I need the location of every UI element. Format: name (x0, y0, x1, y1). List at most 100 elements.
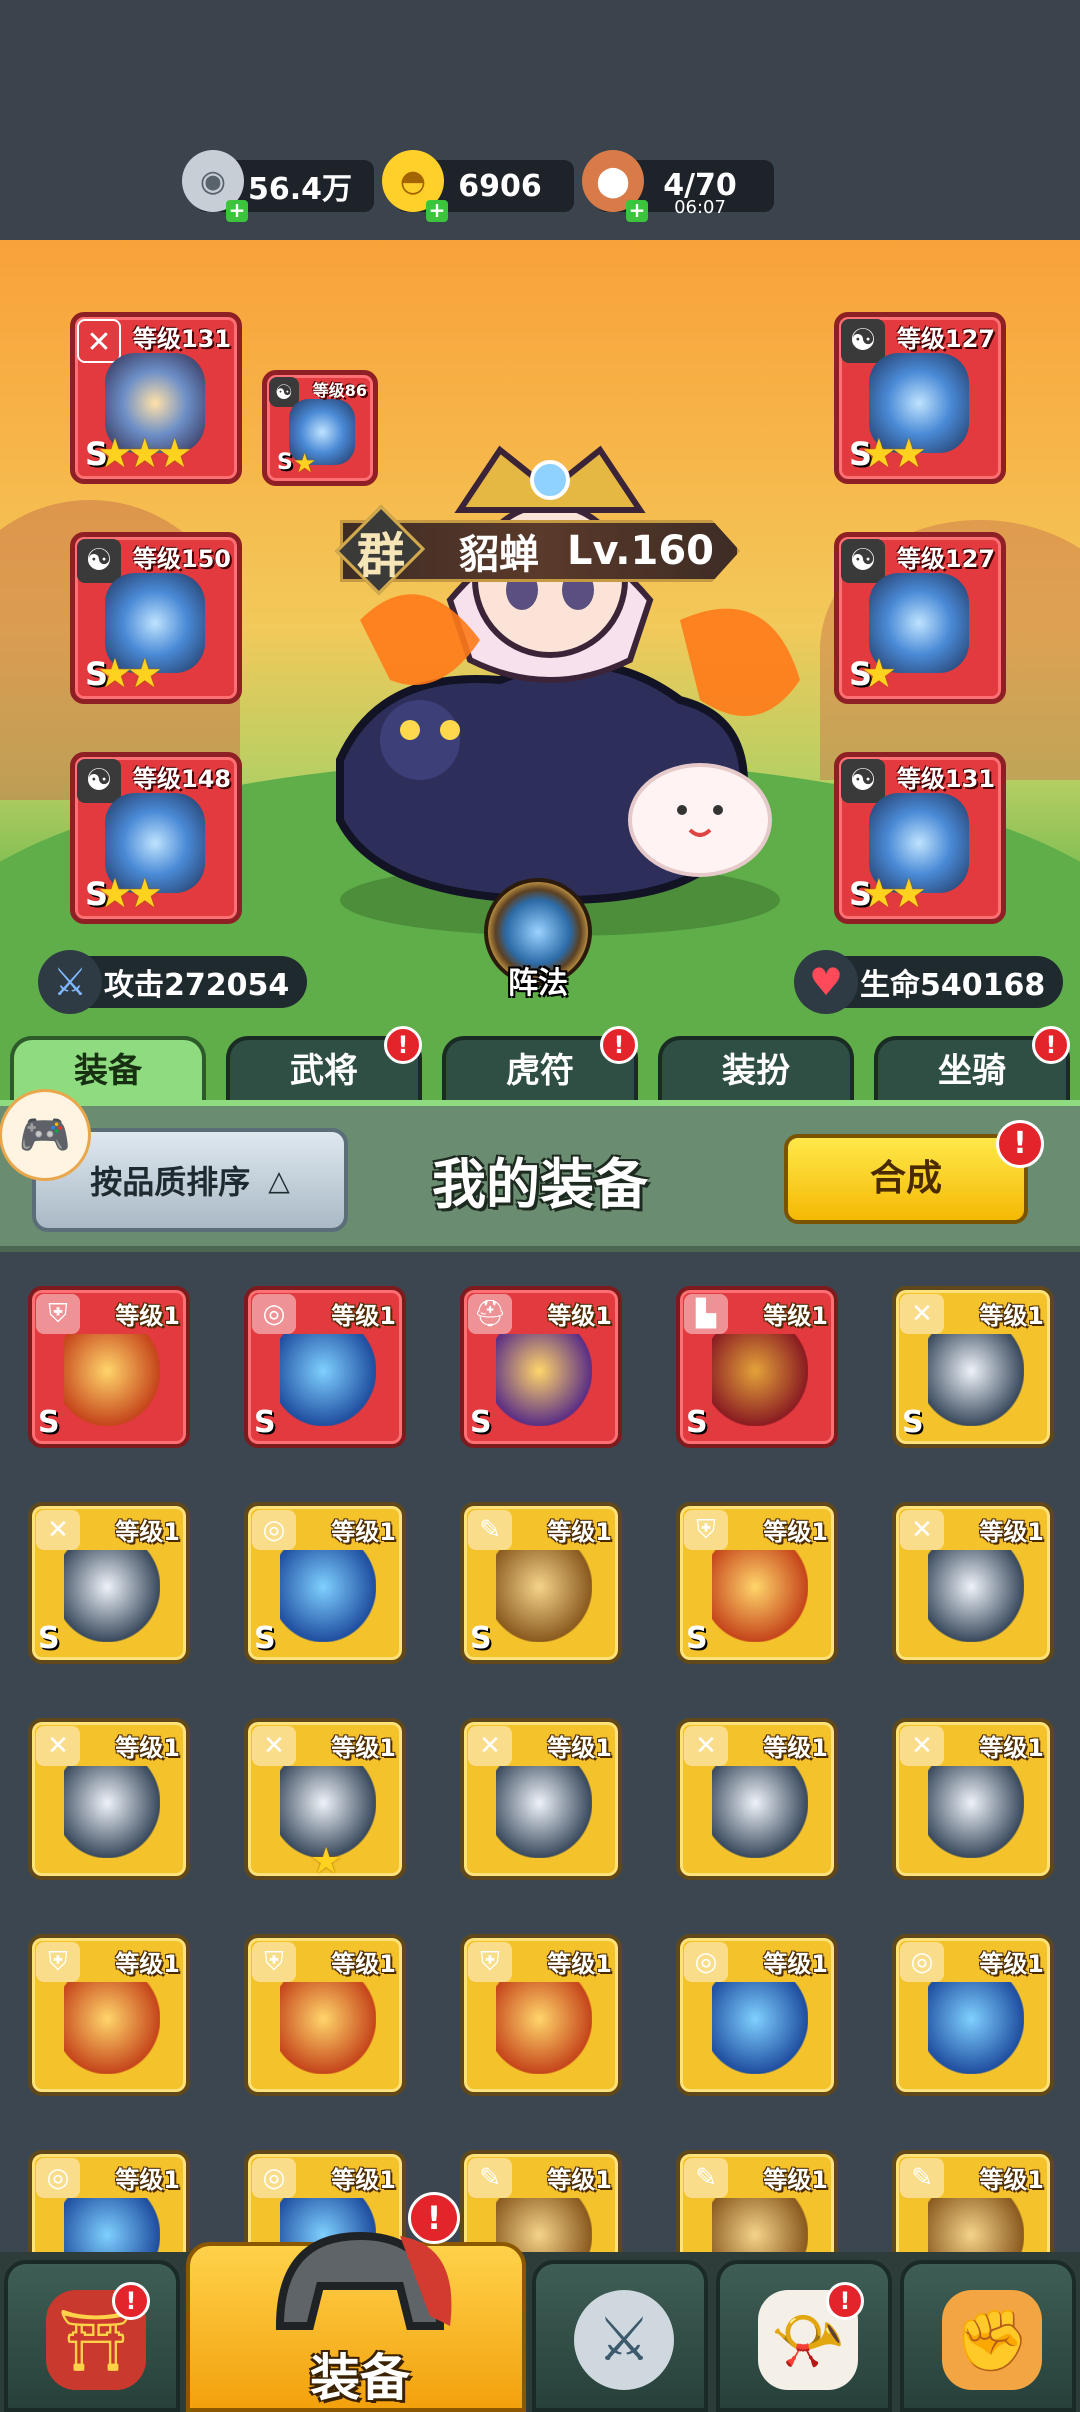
equip-slot-helmet[interactable]: ☯ 等级148 S ★★ (70, 752, 242, 924)
plus-icon[interactable]: + (426, 200, 448, 222)
equip-slot-gauntlet[interactable]: ☯ 等级131 S ★★ (834, 752, 1006, 924)
equipment-item[interactable]: ◎ 等级1 (28, 2150, 190, 2258)
equip-slot-boots[interactable]: ☯ 等级127 S ★ (834, 532, 1006, 704)
gold-resource[interactable]: ◓ + 6906 (382, 150, 574, 222)
item-art (712, 1766, 808, 1858)
equipment-item[interactable]: ⛨ 等级1 S (28, 1286, 190, 1448)
equipment-item[interactable]: ▙ 等级1 S (676, 1286, 838, 1448)
amulet-icon: ◎ (684, 1942, 728, 1982)
equipment-item[interactable]: ✎ 等级1 (676, 2150, 838, 2258)
plus-icon[interactable]: + (226, 200, 248, 222)
notification-dot: ! (112, 2282, 150, 2320)
nav-city[interactable]: ⛩ (4, 2260, 180, 2412)
nav-horn[interactable]: 📯 (716, 2260, 892, 2412)
stamina-resource[interactable]: ⬤ + 4/70 06:07 (582, 150, 774, 222)
merge-button[interactable]: 合成 (784, 1134, 1028, 1224)
item-art (64, 1334, 160, 1426)
slot-stars: ★★ (97, 871, 163, 917)
equipment-item[interactable]: ✕ 等级1 (28, 1718, 190, 1880)
tab-label: 武将 (290, 1051, 358, 1091)
item-art (280, 1550, 376, 1642)
equipment-item[interactable]: ✕ 等级1 (892, 1502, 1054, 1664)
weapon-icon: ✕ (252, 1726, 296, 1766)
equipment-item[interactable]: ✕ 等级1 S (892, 1286, 1054, 1448)
stamina-timer: 06:07 (674, 197, 726, 218)
nav-battle[interactable]: ⚔ (532, 2260, 708, 2412)
equipment-item[interactable]: ⛨ 等级1 (244, 1934, 406, 2096)
amulet-icon: ◎ (252, 2158, 296, 2198)
silver-resource[interactable]: ◉ + 56.4万 (182, 150, 374, 222)
tab-bar: 装备 武将 ! 虎符 ! 装扮 坐骑 ! (0, 1026, 1080, 1106)
item-level: 等级1 (979, 1734, 1044, 1762)
item-level: 等级1 (115, 1302, 180, 1330)
item-art (496, 1334, 592, 1426)
app-root: ◉ + 56.4万 ◓ + 6906 ⬤ + 4/70 06:07 貂蝉 Lv.… (0, 0, 1080, 2412)
equipment-item[interactable]: ✎ 等级1 S (460, 1502, 622, 1664)
equipment-item[interactable]: ✕ 等级1 (676, 1718, 838, 1880)
equip-slot-armor[interactable]: ☯ 等级150 S ★★ (70, 532, 242, 704)
yinyang-icon: ☯ (841, 539, 885, 583)
item-art (928, 1334, 1024, 1426)
nav-upgrade[interactable]: ✊ (900, 2260, 1076, 2412)
formation-label[interactable]: 阵法 (490, 958, 586, 1002)
amulet-icon: ◎ (252, 1510, 296, 1550)
tab-outfit[interactable]: 装扮 (658, 1036, 854, 1106)
attack-value: 攻击272054 (104, 968, 290, 1003)
equipment-item[interactable]: ⛨ 等级1 (28, 1934, 190, 2096)
item-level: 等级1 (979, 2166, 1044, 2194)
hero-character-art[interactable] (300, 340, 820, 960)
sword-icon: ✕ (77, 319, 121, 363)
item-grade: S (254, 1405, 276, 1440)
equipment-item[interactable]: ✎ 等级1 (892, 2150, 1054, 2258)
merge-label: 合成 (869, 1158, 942, 1199)
fist-upgrade-icon: ✊ (942, 2290, 1042, 2390)
notification-dot: ! (1032, 1026, 1070, 1064)
equipment-item[interactable]: ✕ 等级1 S (28, 1502, 190, 1664)
item-art (496, 1550, 592, 1642)
item-level: 等级1 (547, 2166, 612, 2194)
slot-stars: ★★★ (97, 431, 193, 477)
my-equipment-title: 我的装备 (432, 1153, 648, 1216)
equip-slot-extra[interactable]: ☯ 等级86 S ★ (262, 370, 378, 486)
hero-name: 貂蝉 (459, 532, 539, 578)
equipment-item[interactable]: ◎ 等级1 (676, 1934, 838, 2096)
slot-level: 等级127 (896, 325, 995, 353)
item-art (712, 1550, 808, 1642)
item-level: 等级1 (979, 1302, 1044, 1330)
slot-stars: ★ (293, 449, 316, 479)
heart-icon: ♥ (794, 950, 858, 1014)
item-level: 等级1 (763, 1302, 828, 1330)
equipment-item[interactable]: ◎ 等级1 S (244, 1502, 406, 1664)
equipment-item[interactable]: ✕ 等级1 (892, 1718, 1054, 1880)
faction-label: 群 (356, 528, 405, 584)
item-level: 等级1 (763, 1518, 828, 1546)
item-grade: S (254, 1621, 276, 1656)
nav-equipment[interactable]: 装备 (186, 2231, 526, 2412)
item-level: 等级1 (331, 1302, 396, 1330)
equip-slot-weapon[interactable]: ✕ 等级131 S ★★★ (70, 312, 242, 484)
item-art (928, 1550, 1024, 1642)
equipment-item[interactable]: ⛨ 等级1 (460, 1934, 622, 2096)
notification-dot: ! (826, 2282, 864, 2320)
slot-stars: ★ (861, 651, 897, 697)
equip-slot-chest[interactable]: ☯ 等级127 S ★★ (834, 312, 1006, 484)
equipment-item[interactable]: ⛨ 等级1 S (676, 1502, 838, 1664)
equipment-item[interactable]: ◎ 等级1 (892, 1934, 1054, 2096)
item-art (928, 2198, 1024, 2258)
weapon-icon: ✕ (900, 1510, 944, 1550)
item-level: 等级1 (115, 2166, 180, 2194)
item-art (280, 1982, 376, 2074)
armor-icon: ⛨ (468, 1942, 512, 1982)
helmet-icon: ⛑ (468, 1294, 512, 1334)
gamepad-icon[interactable]: 🎮 (2, 1092, 88, 1178)
equipment-item[interactable]: ⛑ 等级1 S (460, 1286, 622, 1448)
item-grade: S (902, 1405, 924, 1440)
item-art (64, 1982, 160, 2074)
equipment-item[interactable]: ◎ 等级1 S (244, 1286, 406, 1448)
slot-stars: ★★ (861, 871, 927, 917)
equipment-item[interactable]: ✕ 等级1 (460, 1718, 622, 1880)
star-icon: ★ (310, 1841, 343, 1882)
item-grade: S (470, 1405, 492, 1440)
yinyang-icon: ☯ (77, 539, 121, 583)
equipment-item[interactable]: ✕ 等级1 ★ (244, 1718, 406, 1882)
